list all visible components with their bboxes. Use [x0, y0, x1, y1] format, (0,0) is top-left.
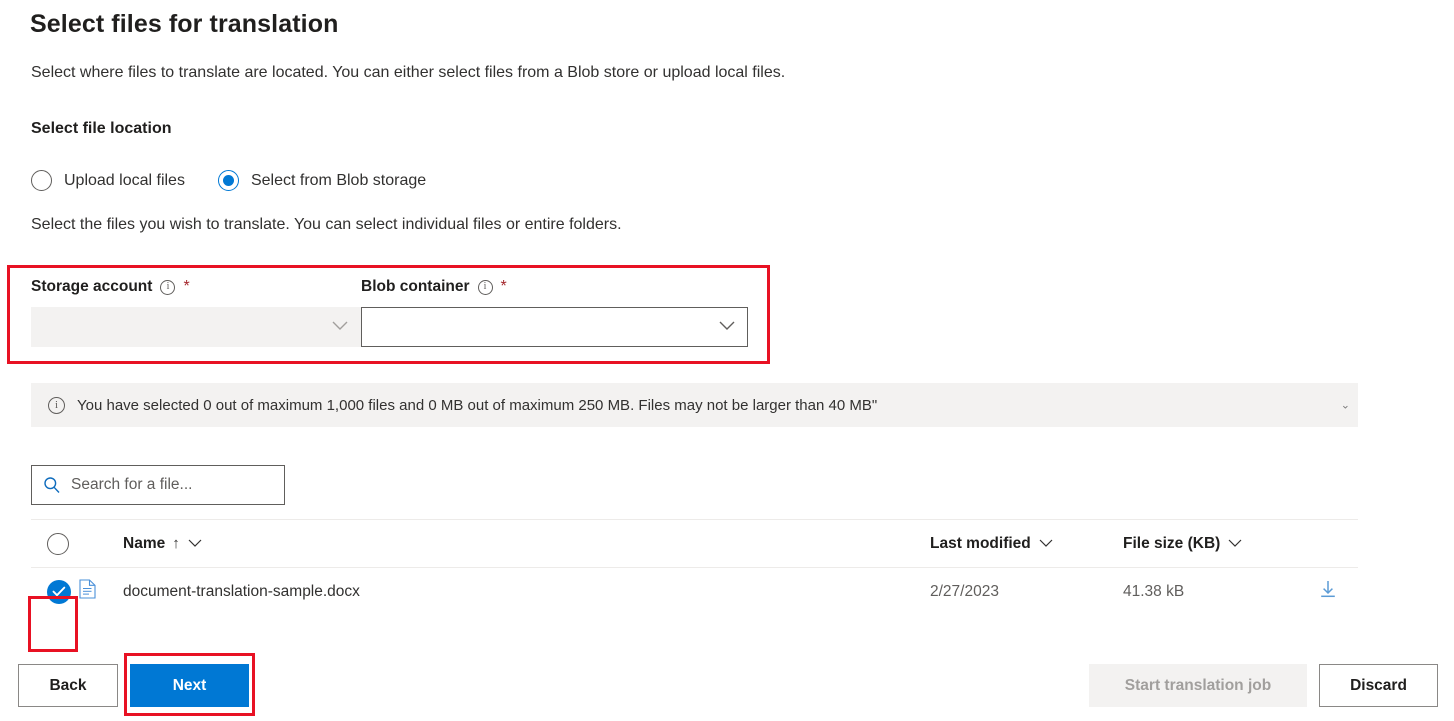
document-icon [79, 579, 96, 604]
selection-info-message: You have selected 0 out of maximum 1,000… [77, 396, 878, 414]
chevron-down-icon[interactable] [1039, 539, 1053, 548]
radio-upload-local-files[interactable]: Upload local files [31, 170, 185, 191]
blob-container-dropdown[interactable] [361, 307, 748, 347]
file-location-radio-group: Upload local files Select from Blob stor… [31, 170, 426, 191]
radio-select-from-blob-storage[interactable]: Select from Blob storage [217, 170, 427, 191]
blob-container-label-row: Blob container i * [361, 276, 748, 298]
intro-text: Select where files to translate are loca… [31, 64, 786, 81]
last-modified-cell: 2/27/2023 [930, 583, 1123, 601]
chevron-down-icon[interactable] [1228, 539, 1242, 548]
chevron-down-icon[interactable] [188, 539, 202, 548]
column-header-last-modified[interactable]: Last modified [930, 535, 1123, 553]
table-header-row: Name ↑ Last modified File size (KB) [31, 520, 1358, 567]
discard-button[interactable]: Discard [1319, 664, 1438, 707]
required-asterisk: * [183, 278, 190, 295]
selection-info-bar: i You have selected 0 out of maximum 1,0… [31, 383, 1358, 427]
storage-account-label-row: Storage account i * [31, 276, 361, 298]
next-button[interactable]: Next [130, 664, 249, 707]
radio-mark-unchecked-icon [31, 170, 52, 191]
row-checkbox[interactable] [31, 579, 79, 604]
checkbox-unchecked-icon [47, 532, 69, 555]
download-icon [1319, 579, 1337, 604]
radio-label-upload-local-files: Upload local files [64, 171, 185, 189]
download-button[interactable] [1298, 579, 1358, 604]
table-row[interactable]: document-translation-sample.docx 2/27/20… [31, 568, 1358, 615]
file-type-icon-cell [79, 579, 123, 604]
search-icon [43, 476, 61, 494]
column-header-name[interactable]: Name ↑ [123, 535, 930, 553]
file-list-table: Name ↑ Last modified File size (KB) docu… [31, 519, 1358, 615]
info-icon: i [48, 396, 65, 414]
blob-container-label: Blob container [361, 278, 470, 295]
search-input[interactable] [71, 476, 251, 494]
search-file-box[interactable] [31, 465, 285, 505]
chevron-down-icon [332, 318, 348, 336]
sort-ascending-icon: ↑ [172, 535, 180, 552]
select-files-for-translation-page: Select files for translation Select wher… [0, 0, 1454, 721]
storage-account-label: Storage account [31, 278, 153, 295]
info-icon[interactable]: i [160, 279, 176, 295]
file-size-value: 41.38 kB [1123, 582, 1185, 600]
start-translation-job-button[interactable]: Start translation job [1089, 664, 1307, 707]
column-header-last-modified-label: Last modified [930, 534, 1031, 552]
column-header-name-label: Name [123, 534, 166, 552]
file-size-cell: 41.38 kB [1123, 583, 1298, 601]
page-title: Select files for translation [30, 10, 339, 38]
file-name-label: document-translation-sample.docx [123, 582, 360, 600]
info-icon[interactable]: i [477, 279, 493, 295]
file-name-cell[interactable]: document-translation-sample.docx [123, 583, 930, 601]
storage-account-dropdown[interactable] [31, 307, 361, 347]
column-header-file-size[interactable]: File size (KB) [1123, 535, 1298, 553]
chevron-down-icon [719, 318, 735, 336]
helper-text: Select the files you wish to translate. … [31, 216, 622, 233]
storage-account-field: Storage account i * [31, 276, 361, 347]
required-asterisk: * [500, 278, 507, 295]
chevron-down-icon[interactable]: ⌄ [1341, 399, 1350, 412]
select-all-checkbox[interactable] [31, 532, 79, 555]
radio-mark-checked-icon [217, 170, 239, 191]
storage-fields-area: Storage account i * Blob container i * [31, 276, 748, 347]
column-header-file-size-label: File size (KB) [1123, 534, 1221, 552]
back-button[interactable]: Back [18, 664, 118, 707]
section-label-file-location: Select file location [31, 120, 172, 137]
radio-label-select-from-blob-storage: Select from Blob storage [250, 171, 427, 189]
blob-container-field: Blob container i * [361, 276, 748, 347]
checkbox-checked-icon [47, 579, 71, 604]
last-modified-value: 2/27/2023 [930, 582, 999, 600]
